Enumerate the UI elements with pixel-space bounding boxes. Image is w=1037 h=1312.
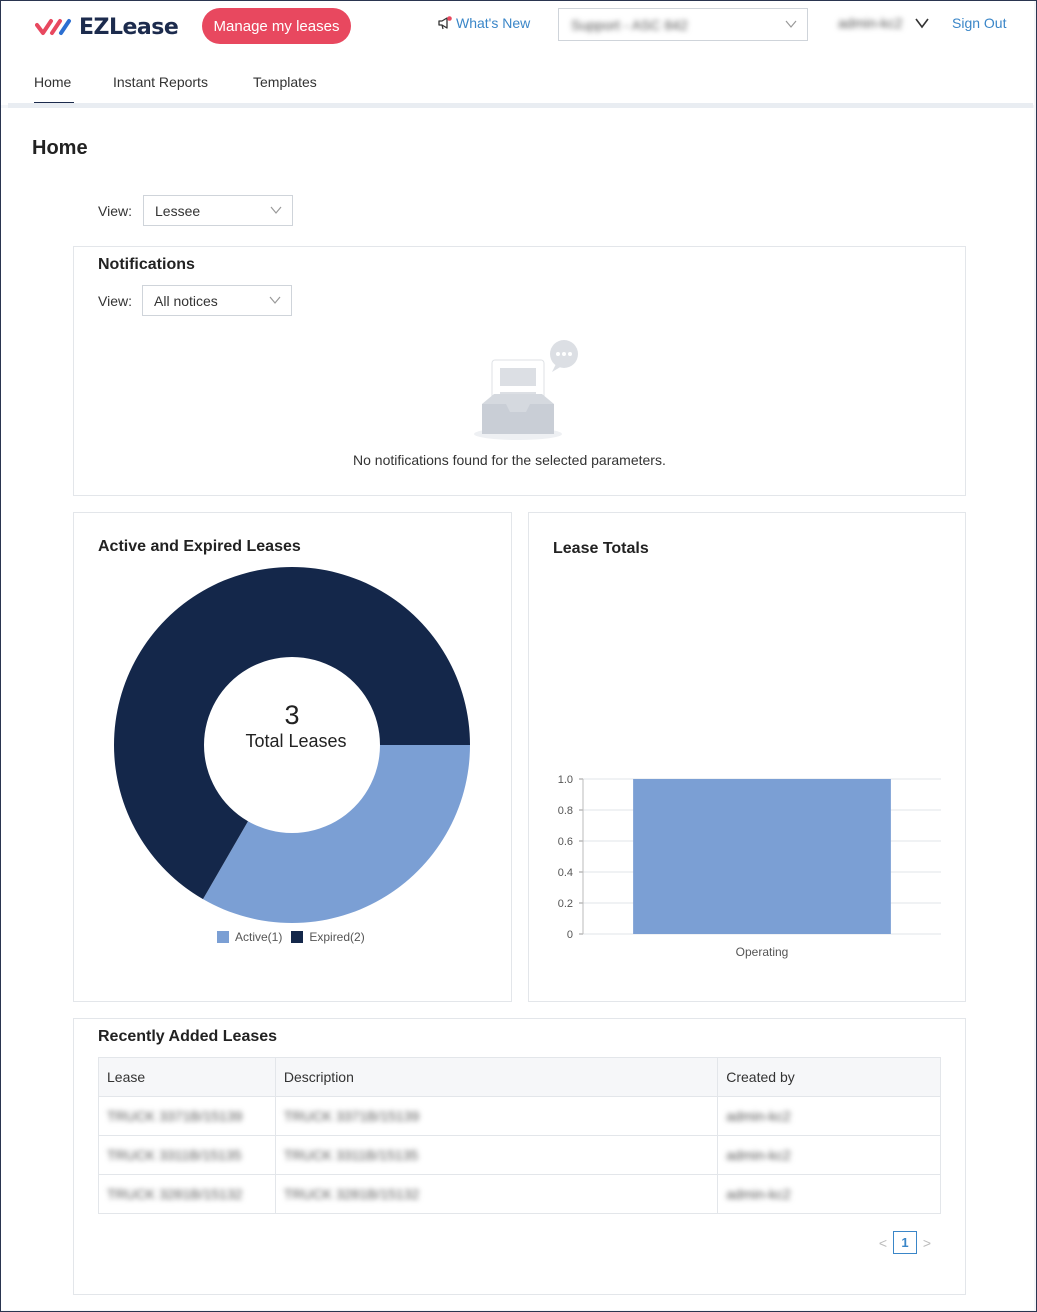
tab-home[interactable]: Home	[34, 74, 71, 90]
created-by-cell: admin-kc2	[717, 1096, 941, 1136]
active-expired-title: Active and Expired Leases	[98, 538, 301, 555]
whats-new-label: What's New	[456, 15, 531, 31]
recent-leases-table: Lease Description Created by TRUCK 3371B…	[98, 1057, 941, 1214]
description-cell: TRUCK 3311B/15135	[274, 1135, 719, 1175]
donut-center: 3 Total Leases	[112, 700, 472, 752]
logo-text: EZLease	[79, 14, 179, 40]
y-tick-label: 0.2	[558, 898, 573, 910]
notifications-view-value: All notices	[154, 292, 218, 309]
legend-item-active[interactable]: Active(1)	[217, 930, 282, 944]
lease-cell[interactable]: TRUCK 3371B/15139	[98, 1096, 276, 1136]
empty-inbox-icon	[474, 340, 578, 440]
view-select[interactable]: Lessee	[143, 195, 293, 226]
total-leases-label: Total Leases	[245, 731, 347, 751]
megaphone-icon	[438, 16, 452, 30]
user-menu[interactable]: admin-kc2	[838, 15, 929, 31]
ezlease-logo[interactable]: EZLease	[35, 13, 179, 41]
column-header-created-by[interactable]: Created by	[717, 1057, 941, 1097]
y-tick-label: 0.8	[558, 805, 573, 817]
donut-slice-active[interactable]	[203, 745, 470, 923]
description-cell: TRUCK 3281B/15132	[274, 1174, 719, 1214]
lease-cell[interactable]: TRUCK 3281B/15132	[98, 1174, 276, 1214]
table-header-row: Lease Description Created by	[98, 1057, 941, 1097]
legend-swatch-active	[217, 931, 229, 943]
lease-totals-bar-chart: 0 0.2 0.4 0.6 0.8 1.0 Operating	[558, 774, 941, 959]
whats-new-link[interactable]: What's New	[437, 15, 530, 31]
notifications-view-select[interactable]: All notices	[142, 285, 292, 316]
sign-out-link[interactable]: Sign Out	[952, 15, 1006, 31]
notifications-view-label: View:	[98, 293, 132, 309]
legend-swatch-expired	[291, 931, 304, 943]
page-button-current[interactable]: 1	[893, 1231, 917, 1254]
legend-item-expired[interactable]: Expired(2)	[291, 930, 365, 944]
view-label: View:	[98, 203, 132, 219]
support-select-value: Support - ASC 842	[571, 16, 688, 33]
column-header-description[interactable]: Description	[274, 1057, 719, 1097]
table-row[interactable]: TRUCK 3311B/15135 TRUCK 3311B/15135 admi…	[98, 1135, 941, 1175]
column-header-lease[interactable]: Lease	[98, 1057, 276, 1097]
description-cell: TRUCK 3371B/15139	[274, 1096, 719, 1136]
user-name: admin-kc2	[838, 15, 903, 31]
prev-page-button[interactable]: <	[873, 1235, 893, 1251]
table-row[interactable]: TRUCK 3371B/15139 TRUCK 3371B/15139 admi…	[98, 1096, 941, 1136]
main-tabs: Home Instant Reports Templates	[1, 64, 1034, 105]
bar-operating[interactable]	[633, 779, 891, 934]
chevron-down-icon	[269, 296, 281, 304]
y-tick-label: 1.0	[558, 774, 573, 786]
table-row[interactable]: TRUCK 3281B/15132 TRUCK 3281B/15132 admi…	[98, 1174, 941, 1214]
manage-my-leases-button[interactable]: Manage my leases	[202, 8, 351, 44]
chevron-down-icon	[785, 20, 797, 28]
x-category-label: Operating	[736, 945, 789, 959]
created-by-cell: admin-kc2	[717, 1174, 941, 1214]
chevron-down-icon	[270, 206, 282, 214]
legend-label-active: Active(1)	[235, 930, 283, 944]
y-tick-label: 0.4	[558, 867, 573, 879]
lease-totals-title: Lease Totals	[553, 540, 649, 557]
logo-check-icon	[35, 19, 71, 35]
donut-legend: Active(1) Expired(2)	[217, 930, 374, 944]
recent-leases-title: Recently Added Leases	[98, 1028, 278, 1045]
y-tick-label: 0.6	[558, 836, 573, 848]
empty-notifications-message: No notifications found for the selected …	[353, 452, 666, 468]
tab-instant-reports[interactable]: Instant Reports	[113, 74, 208, 90]
y-tick-label: 0	[567, 929, 573, 941]
chevron-down-icon	[914, 18, 929, 29]
tab-templates[interactable]: Templates	[253, 74, 317, 90]
created-by-cell: admin-kc2	[717, 1135, 941, 1175]
notifications-title: Notifications	[98, 256, 195, 273]
legend-label-expired: Expired(2)	[309, 930, 365, 944]
next-page-button[interactable]: >	[917, 1235, 937, 1251]
pagination: < 1 >	[873, 1231, 937, 1254]
view-select-value: Lessee	[155, 202, 201, 219]
page-title: Home	[32, 137, 88, 159]
support-select[interactable]: Support - ASC 842	[558, 8, 808, 41]
total-leases-count: 3	[284, 700, 300, 730]
lease-cell[interactable]: TRUCK 3311B/15135	[98, 1135, 276, 1175]
